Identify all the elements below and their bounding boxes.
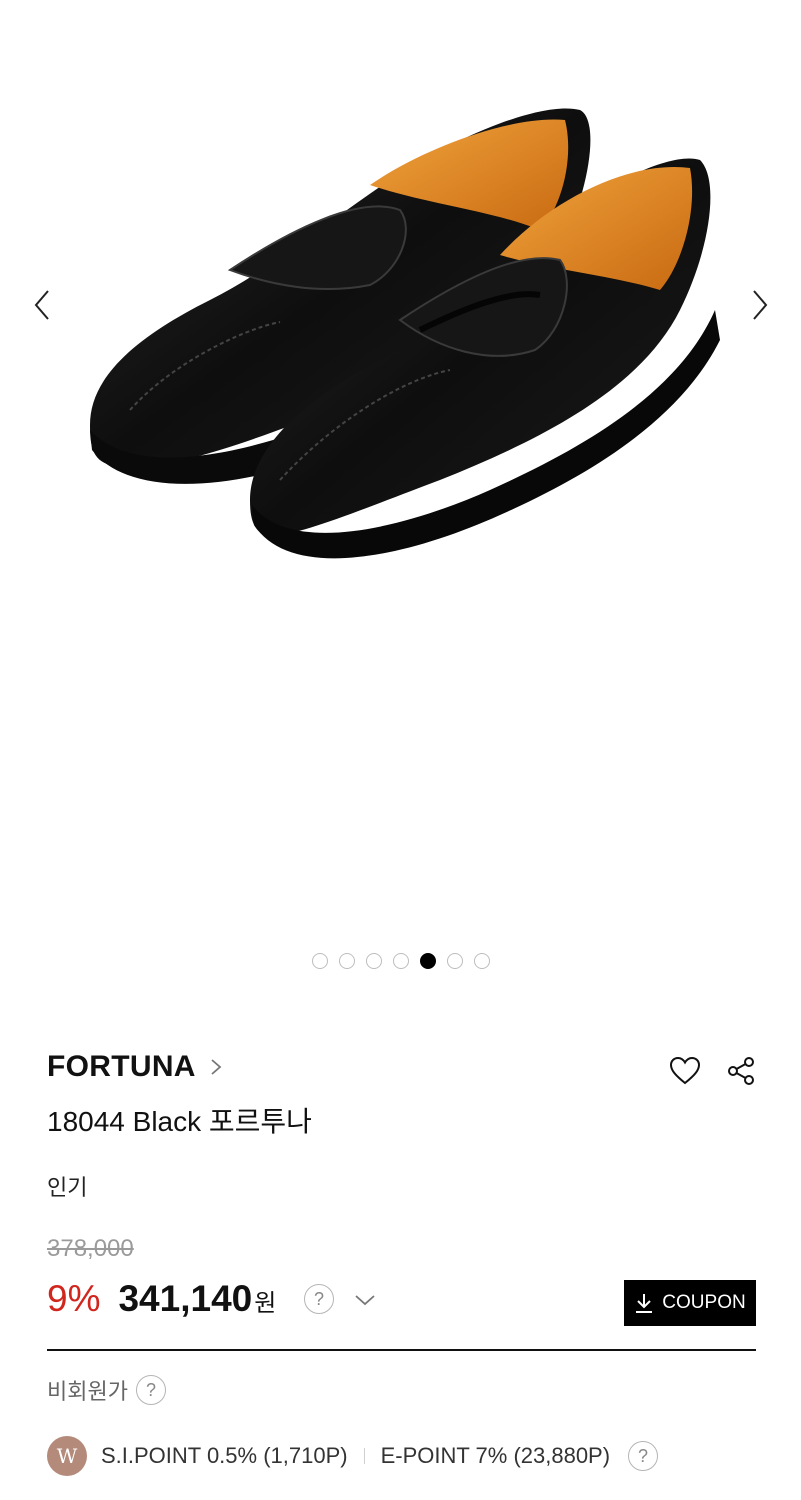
price-detail-toggle[interactable] [352, 1287, 378, 1313]
chevron-right-icon [753, 290, 768, 320]
product-image [90, 108, 720, 559]
price-divider [47, 1349, 756, 1351]
heart-icon [669, 1056, 701, 1085]
points-row: W S.I.POINT 0.5% (1,710P) E-POINT 7% (23… [47, 1436, 659, 1476]
share-icon [728, 1057, 754, 1085]
member-help-icon[interactable]: ? [135, 1375, 166, 1405]
gallery-prev-button[interactable] [22, 280, 62, 330]
e-point-text: E-POINT 7% (23,880P) [380, 1443, 611, 1468]
member-price-row: 비회원가 ? [47, 1374, 166, 1406]
points-help-icon[interactable]: ? [628, 1441, 659, 1471]
gallery-dot-active[interactable] [419, 953, 436, 969]
wishlist-button[interactable] [668, 1054, 702, 1088]
points-separator [363, 1448, 365, 1464]
si-point-text: S.I.POINT 0.5% (1,710P) [101, 1443, 348, 1468]
original-price: 378,000 [47, 1235, 134, 1262]
chevron-down-icon [355, 1295, 375, 1306]
brand-name: FORTUNA [47, 1050, 196, 1083]
currency-unit: 원 [254, 1290, 277, 1317]
gallery-dot[interactable] [365, 953, 382, 969]
points-logo-badge: W [47, 1436, 87, 1476]
price-row: 9% 341,140 원 [47, 1278, 276, 1320]
non-member-price-label: 비회원가 [47, 1379, 128, 1404]
product-gallery [0, 0, 801, 1000]
gallery-pagination [0, 953, 801, 969]
gallery-dot[interactable] [473, 953, 490, 969]
chevron-left-icon [34, 290, 49, 320]
chevron-right-small-icon [210, 1058, 222, 1076]
discount-rate: 9% [47, 1278, 101, 1319]
download-icon [636, 1294, 653, 1313]
popular-tag: 인기 [47, 1175, 88, 1200]
coupon-download-button[interactable]: COUPON [624, 1280, 756, 1326]
gallery-dot[interactable] [311, 953, 328, 969]
gallery-dot[interactable] [392, 953, 409, 969]
share-button[interactable] [724, 1054, 758, 1088]
price-help-icon[interactable]: ? [304, 1284, 334, 1314]
product-actions [668, 1054, 758, 1088]
gallery-dot[interactable] [446, 953, 463, 969]
sale-price: 341,140 [118, 1278, 253, 1319]
brand-link[interactable]: FORTUNA [47, 1050, 222, 1084]
product-title: 18044 Black 포르투나 [47, 1106, 312, 1137]
gallery-dot[interactable] [338, 953, 355, 969]
gallery-next-button[interactable] [740, 280, 780, 330]
coupon-label: COUPON [662, 1292, 746, 1313]
